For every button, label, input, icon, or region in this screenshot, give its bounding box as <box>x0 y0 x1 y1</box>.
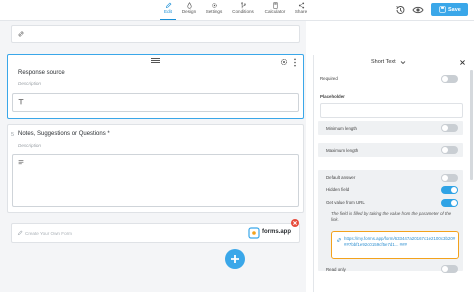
placeholder-input[interactable] <box>320 103 463 118</box>
remove-branding-close-icon[interactable] <box>291 219 299 227</box>
default-answer-toggle[interactable] <box>441 174 458 182</box>
hidden-field-label: Hidden field <box>326 187 350 192</box>
tab-edit[interactable]: Edit <box>160 2 176 20</box>
required-label: Required <box>320 76 338 81</box>
required-toggle[interactable] <box>441 75 458 83</box>
question-description[interactable]: Description <box>18 81 41 86</box>
question-number-5: 5 <box>11 132 15 138</box>
share-icon <box>298 2 304 9</box>
paragraph-icon <box>18 160 24 165</box>
droplet-icon <box>186 2 192 9</box>
default-answer-label: Default answer <box>326 175 356 180</box>
get-value-from-url-toggle[interactable] <box>441 199 458 207</box>
prefill-url-box[interactable]: https://my.forms.app/form/633447a20167c1… <box>331 231 459 259</box>
create-your-own-form-text: Create Your Own Form <box>25 231 72 236</box>
question-settings-icon[interactable] <box>280 58 288 66</box>
read-only-label: Read only <box>326 267 346 272</box>
branch-icon <box>240 2 246 9</box>
form-footer-card: Create Your Own Form forms.app <box>11 223 300 243</box>
preview-eye-icon[interactable] <box>412 4 424 16</box>
tab-calculator-label: Calculator <box>264 9 286 14</box>
chevron-down-icon[interactable] <box>400 60 406 65</box>
close-icon[interactable] <box>459 59 466 66</box>
tab-settings[interactable]: Settings <box>204 2 224 20</box>
tab-settings-label: Settings <box>205 9 223 14</box>
min-length-label: Minimum length <box>326 126 357 131</box>
question-type-dropdown[interactable]: Short Text <box>371 59 396 65</box>
forms-app-brand: forms.app <box>262 229 292 235</box>
min-length-toggle[interactable] <box>441 124 458 132</box>
save-button-label: Save <box>448 6 461 13</box>
edit-small-icon <box>17 230 23 236</box>
drag-handle-icon[interactable] <box>151 58 160 63</box>
read-only-toggle[interactable] <box>441 265 458 273</box>
url-hint-text: The field is filled by taking the value … <box>331 211 452 222</box>
tab-conditions-label: Conditions <box>232 9 254 14</box>
url-link-icon <box>337 238 341 242</box>
tab-design-label: Design <box>181 9 197 14</box>
tab-share-label: Share <box>294 9 308 14</box>
tab-design[interactable]: Design <box>181 2 197 20</box>
question-title[interactable]: Response source <box>18 70 65 76</box>
gear-icon <box>211 3 217 8</box>
panel-scrollbar[interactable] <box>470 70 473 180</box>
top-toolbar: Edit Design Settings Conditions Calculat… <box>0 0 474 21</box>
question-description-notes[interactable]: Description <box>18 143 41 148</box>
text-type-icon <box>18 99 24 105</box>
tab-calculator[interactable]: Calculator <box>263 2 287 20</box>
get-value-from-url-label: Get value from URL <box>326 200 365 205</box>
prefill-url-link[interactable]: https://my.forms.app/form/633447a20167c1… <box>344 236 456 248</box>
tab-conditions[interactable]: Conditions <box>231 2 255 20</box>
calculator-icon <box>272 2 278 9</box>
question-card-link[interactable] <box>11 25 300 43</box>
pencil-icon <box>165 2 171 9</box>
question-title-notes[interactable]: Notes, Suggestions or Questions * <box>18 131 110 137</box>
add-question-button[interactable] <box>225 249 245 269</box>
placeholder-label: Placeholder <box>320 94 345 99</box>
max-length-label: Maximum length <box>326 148 359 153</box>
save-button[interactable]: Save <box>431 3 468 16</box>
history-icon[interactable] <box>394 4 406 16</box>
forms-app-logo-icon <box>248 227 260 239</box>
more-options-icon[interactable] <box>293 58 297 67</box>
floppy-icon <box>439 6 446 13</box>
max-length-toggle[interactable] <box>441 146 458 154</box>
link-icon <box>18 31 24 37</box>
hidden-field-toggle[interactable] <box>441 186 458 194</box>
plus-icon <box>231 255 239 263</box>
long-text-answer-field[interactable] <box>12 154 299 207</box>
tab-share[interactable]: Share <box>293 2 309 20</box>
tab-edit-label: Edit <box>164 9 172 14</box>
short-text-answer-field[interactable] <box>12 93 299 112</box>
